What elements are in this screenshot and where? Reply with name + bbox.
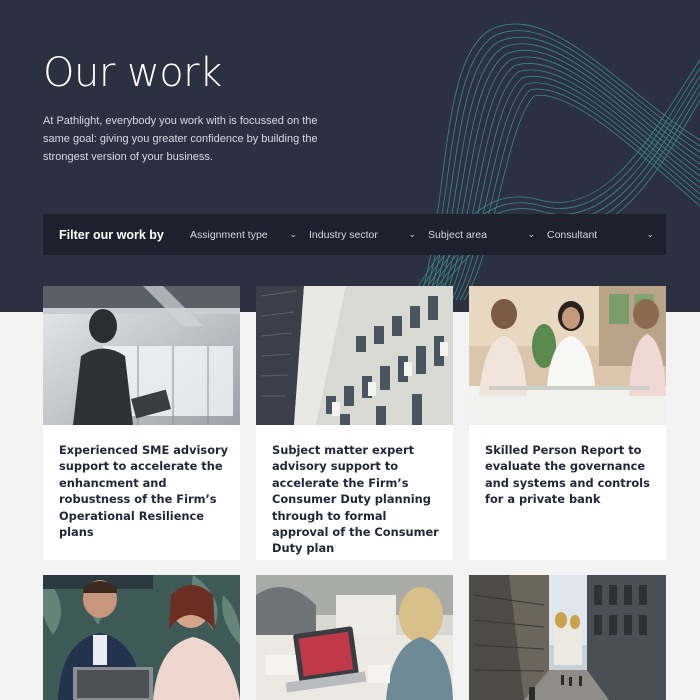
work-card[interactable] xyxy=(43,575,240,700)
decorative-wave-lines xyxy=(399,23,700,312)
work-card[interactable]: Experienced SME advisory support to acce… xyxy=(43,286,240,560)
work-card[interactable]: Skilled Person Report to evaluate the go… xyxy=(469,286,666,560)
filter-bar: Filter our work by Assignment type ⌄ Ind… xyxy=(43,214,666,255)
chevron-down-icon: ⌄ xyxy=(646,229,654,239)
page-title: Our work xyxy=(43,50,222,96)
work-card[interactable] xyxy=(256,575,453,700)
filter-subject-area-dropdown[interactable]: Subject area ⌄ xyxy=(428,214,547,255)
card-title: Skilled Person Report to evaluate the go… xyxy=(485,443,650,507)
women-meeting-photo xyxy=(469,286,666,425)
laptop-meeting-photo xyxy=(256,575,453,700)
filter-label: Filter our work by xyxy=(59,227,164,242)
filter-industry-sector-dropdown[interactable]: Industry sector ⌄ xyxy=(309,214,428,255)
filter-option-label: Consultant xyxy=(547,228,598,241)
card-title: Subject matter expert advisory support t… xyxy=(272,443,439,556)
chevron-down-icon: ⌄ xyxy=(408,229,416,239)
hero-section: Our work At Pathlight, everybody you wor… xyxy=(0,0,700,312)
building-facade-photo xyxy=(256,286,453,425)
card-title: Experienced SME advisory support to acce… xyxy=(59,443,229,540)
chevron-down-icon: ⌄ xyxy=(527,229,535,239)
work-card[interactable]: Subject matter expert advisory support t… xyxy=(256,286,453,560)
work-card[interactable] xyxy=(469,575,666,700)
filter-option-label: Industry sector xyxy=(309,228,378,241)
filter-option-label: Assignment type xyxy=(190,228,268,241)
city-street-photo xyxy=(469,575,666,700)
filter-option-label: Subject area xyxy=(428,228,487,241)
chevron-down-icon: ⌄ xyxy=(289,229,297,239)
page-description: At Pathlight, everybody you work with is… xyxy=(43,115,318,163)
filter-assignment-type-dropdown[interactable]: Assignment type ⌄ xyxy=(190,214,309,255)
silhouette-office-photo xyxy=(43,286,240,425)
filter-consultant-dropdown[interactable]: Consultant ⌄ xyxy=(547,214,666,255)
colleagues-laptop-photo xyxy=(43,575,240,700)
